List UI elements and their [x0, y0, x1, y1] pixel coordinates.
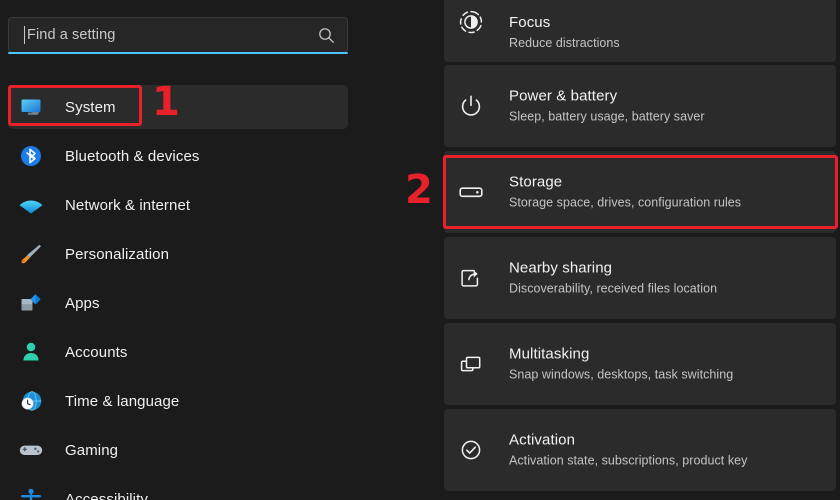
sidebar-item-label: Accounts: [65, 343, 128, 361]
text-caret: [24, 26, 25, 44]
card-title: Storage: [509, 173, 563, 191]
wifi-icon: [18, 192, 44, 218]
card-title: Nearby sharing: [509, 259, 613, 277]
search-icon[interactable]: [318, 27, 335, 44]
sidebar-item-personalization[interactable]: Personalization: [0, 230, 444, 278]
search-input[interactable]: Find a setting: [8, 17, 348, 53]
settings-window: Find a setting System Bluetooth & device…: [0, 0, 840, 500]
focus-icon: [456, 7, 486, 37]
card-subtitle: Sleep, battery usage, battery saver: [509, 109, 705, 124]
sidebar-item-label: Accessibility: [65, 490, 148, 500]
card-nearby-sharing[interactable]: Nearby sharing Discoverability, received…: [444, 237, 836, 319]
sidebar-item-gaming[interactable]: Gaming: [0, 426, 444, 474]
sidebar-item-label: Personalization: [65, 245, 170, 263]
card-focus[interactable]: Focus Reduce distractions: [444, 0, 836, 62]
card-subtitle: Discoverability, received files location: [509, 281, 718, 296]
card-title: Activation: [509, 431, 576, 449]
search-focus-underline: [8, 52, 348, 54]
card-text: Multitasking Snap windows, desktops, tas…: [509, 345, 733, 384]
gamepad-icon: [18, 437, 44, 463]
sidebar-item-accounts[interactable]: Accounts: [0, 328, 444, 376]
sidebar-item-label: Time & language: [65, 392, 180, 410]
card-title: Multitasking: [509, 345, 590, 363]
sidebar-nav-list: System Bluetooth & devices Network & int…: [0, 83, 444, 500]
card-text: Focus Reduce distractions: [509, 13, 620, 52]
card-text: Activation Activation state, subscriptio…: [509, 431, 747, 470]
settings-main-list: Focus Reduce distractions Power & batter…: [444, 0, 840, 500]
sidebar-item-label: Apps: [65, 294, 100, 312]
card-subtitle: Storage space, drives, configuration rul…: [509, 195, 742, 210]
bluetooth-icon: [18, 143, 44, 169]
check-circle-icon: [456, 435, 486, 465]
harddrive-icon: [456, 177, 486, 207]
apps-icon: [18, 290, 44, 316]
sidebar-item-system[interactable]: System: [0, 83, 444, 131]
share-icon: [456, 263, 486, 293]
monitor-icon: [18, 94, 44, 120]
clock-globe-icon: [18, 388, 44, 414]
accessibility-icon: [18, 486, 44, 500]
card-multitasking[interactable]: Multitasking Snap windows, desktops, tas…: [444, 323, 836, 405]
sidebar-item-label: Network & internet: [65, 196, 191, 214]
sidebar-item-label: Bluetooth & devices: [65, 147, 200, 165]
sidebar-item-label: System: [65, 98, 116, 116]
settings-sidebar: Find a setting System Bluetooth & device…: [0, 0, 444, 500]
card-title: Focus: [509, 14, 551, 31]
card-subtitle: Snap windows, desktops, task switching: [509, 367, 734, 382]
sidebar-item-network-internet[interactable]: Network & internet: [0, 181, 444, 229]
sidebar-item-bluetooth-devices[interactable]: Bluetooth & devices: [0, 132, 444, 180]
card-subtitle: Reduce distractions: [509, 36, 620, 50]
sidebar-item-time-language[interactable]: Time & language: [0, 377, 444, 425]
card-subtitle: Activation state, subscriptions, product…: [509, 453, 748, 468]
card-text: Power & battery Sleep, battery usage, ba…: [509, 87, 705, 126]
paintbrush-icon: [18, 241, 44, 267]
multitasking-icon: [456, 349, 486, 379]
card-text: Storage Storage space, drives, configura…: [509, 173, 741, 212]
sidebar-item-apps[interactable]: Apps: [0, 279, 444, 327]
card-storage[interactable]: Storage Storage space, drives, configura…: [444, 151, 836, 233]
power-icon: [456, 91, 486, 121]
sidebar-item-label: Gaming: [65, 441, 119, 459]
card-text: Nearby sharing Discoverability, received…: [509, 259, 717, 298]
person-icon: [18, 339, 44, 365]
sidebar-item-accessibility[interactable]: Accessibility: [0, 475, 444, 500]
card-title: Power & battery: [509, 87, 618, 105]
card-power-battery[interactable]: Power & battery Sleep, battery usage, ba…: [444, 65, 836, 147]
search-placeholder: Find a setting: [27, 27, 116, 43]
card-activation[interactable]: Activation Activation state, subscriptio…: [444, 409, 836, 491]
